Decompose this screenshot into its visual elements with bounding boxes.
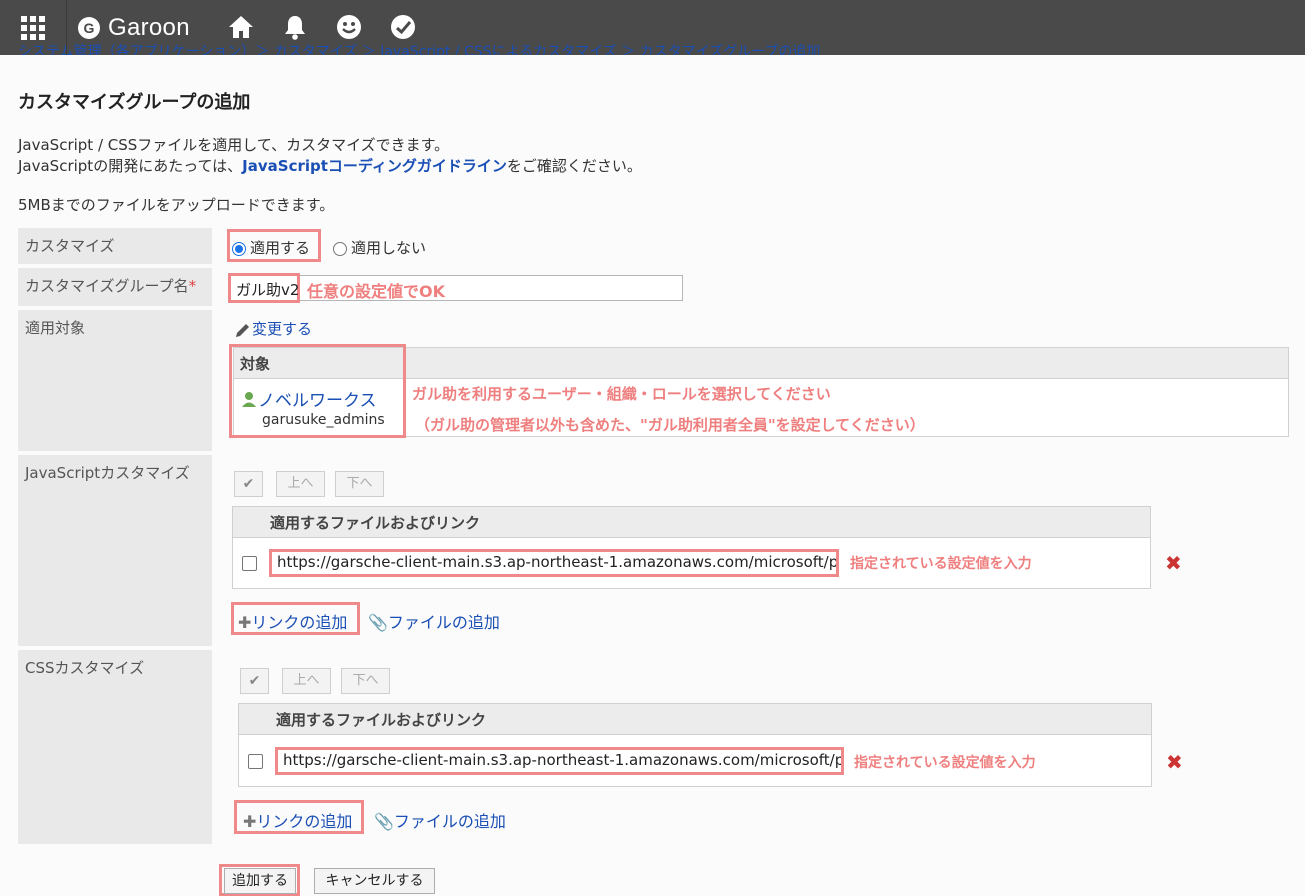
- js-customize-label: JavaScriptカスタマイズ: [18, 455, 212, 646]
- paperclip-icon: 📎: [368, 613, 388, 632]
- js-add-link-text[interactable]: リンクの追加: [251, 613, 347, 632]
- not-apply-radio-label: 適用しない: [351, 239, 427, 257]
- customize-label: カスタマイズ: [18, 228, 212, 264]
- target-label: 適用対象: [18, 310, 212, 451]
- apply-radio-button[interactable]: [232, 241, 246, 256]
- coding-guideline-link[interactable]: JavaScriptコーディングガイドライン: [242, 157, 507, 175]
- cancel-button[interactable]: キャンセルする: [314, 868, 435, 894]
- js-row-checkbox[interactable]: [242, 556, 257, 571]
- target-entry[interactable]: ノベルワークス: [240, 386, 377, 411]
- submit-button[interactable]: 追加する: [224, 868, 296, 894]
- css-add-file-text[interactable]: ファイルの追加: [394, 812, 506, 831]
- group-name-value: ガル助v2: [236, 281, 300, 299]
- group-name-note: 任意の設定値でOK: [307, 282, 446, 301]
- js-check-all-button[interactable]: ✔: [234, 471, 263, 497]
- target-note-1: ガル助を利用するユーザー・組織・ロールを選択してください: [412, 385, 831, 403]
- css-customize-label: CSSカスタマイズ: [18, 650, 212, 844]
- plus-icon: ✚: [243, 812, 257, 831]
- target-note-2: （ガル助の管理者以外も含めた、"ガル助利用者全員"を設定してください）: [415, 416, 925, 434]
- logo-mark: G: [78, 17, 100, 39]
- css-add-link-text[interactable]: リンクの追加: [256, 812, 352, 831]
- css-row-checkbox[interactable]: [248, 754, 263, 769]
- css-check-all-button[interactable]: ✔: [240, 668, 269, 694]
- target-entry-name[interactable]: ノベルワークス: [258, 391, 377, 411]
- plus-icon: ✚: [238, 613, 252, 632]
- paperclip-icon: 📎: [374, 812, 394, 831]
- app-name: Garoon: [108, 14, 190, 41]
- user-icon: [242, 392, 256, 407]
- apply-radio[interactable]: 適用する: [232, 237, 310, 258]
- css-add-file-button[interactable]: 📎ファイルの追加: [374, 808, 506, 832]
- js-table-header: 適用するファイルおよびリンク: [233, 507, 1150, 538]
- css-url-input[interactable]: https://garsche-client-main.s3.ap-northe…: [278, 750, 841, 772]
- js-add-link-button[interactable]: ✚リンクの追加: [238, 609, 347, 633]
- js-url-note: 指定されている設定値を入力: [850, 556, 1032, 572]
- pencil-icon: [236, 323, 249, 337]
- smiley-icon[interactable]: [334, 12, 364, 42]
- css-add-link-button[interactable]: ✚リンクの追加: [243, 808, 352, 832]
- change-target-text[interactable]: 変更する: [252, 320, 312, 338]
- js-add-file-button[interactable]: 📎ファイルの追加: [368, 609, 500, 633]
- apply-radio-label: 適用する: [250, 239, 311, 257]
- js-add-file-text[interactable]: ファイルの追加: [388, 613, 500, 632]
- css-url-note: 指定されている設定値を入力: [854, 755, 1036, 771]
- top-navigation-bar: システム管理（各アプリケーション）＞ カスタマイズ ＞ JavaScript /…: [0, 0, 1305, 55]
- css-table-header: 適用するファイルおよびリンク: [239, 704, 1151, 735]
- apps-menu-button[interactable]: [0, 0, 67, 55]
- css-down-button[interactable]: 下へ: [341, 668, 390, 694]
- change-target-link[interactable]: 変更する: [234, 318, 312, 339]
- group-name-label-text: カスタマイズグループ名: [25, 277, 189, 295]
- js-down-button[interactable]: 下へ: [335, 471, 384, 497]
- description-line-1: JavaScript / CSSファイルを適用して、カスタマイズできます。: [18, 136, 450, 154]
- garoon-logo[interactable]: G Garoon: [78, 14, 190, 42]
- description-text-post: をご確認ください。: [506, 157, 642, 175]
- description-text-pre: JavaScriptの開発にあたっては、: [18, 157, 243, 175]
- description-line-2: JavaScriptの開発にあたっては、JavaScriptコーディングガイドラ…: [18, 155, 642, 176]
- css-up-button[interactable]: 上へ: [282, 668, 331, 694]
- page-title: カスタマイズグループの追加: [18, 92, 251, 113]
- required-mark: *: [188, 277, 197, 295]
- apps-grid-icon: [21, 15, 45, 40]
- breadcrumb: システム管理（各アプリケーション）＞ カスタマイズ ＞ JavaScript /…: [18, 44, 821, 55]
- js-delete-icon[interactable]: ✖: [1165, 551, 1182, 575]
- target-entry-sub: garusuke_admins: [262, 412, 385, 428]
- not-apply-radio[interactable]: 適用しない: [333, 237, 426, 258]
- bell-icon[interactable]: [280, 12, 310, 42]
- upload-note: 5MBまでのファイルをアップロードできます。: [18, 196, 335, 214]
- js-url-input[interactable]: https://garsche-client-main.s3.ap-northe…: [272, 552, 836, 574]
- js-up-button[interactable]: 上へ: [276, 471, 325, 497]
- group-name-label: カスタマイズグループ名*: [18, 268, 212, 306]
- css-delete-icon[interactable]: ✖: [1166, 750, 1183, 774]
- not-apply-radio-button[interactable]: [333, 241, 347, 256]
- globe-check-icon[interactable]: [388, 12, 418, 42]
- home-icon[interactable]: [226, 12, 256, 42]
